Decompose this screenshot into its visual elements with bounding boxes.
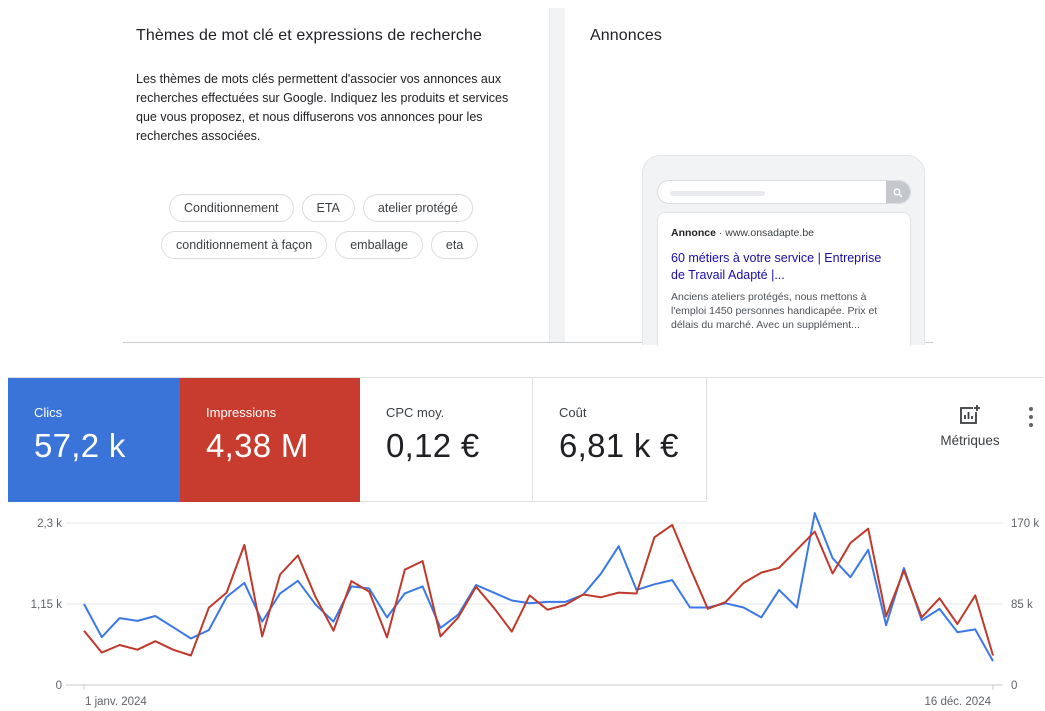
keyword-chip[interactable]: conditionnement à façon [161, 231, 328, 259]
avg-cpc-label: CPC moy. [386, 405, 445, 420]
y-right-tick-label: 0 [1011, 680, 1017, 692]
metric-tiles: Clics 57,2 k Impressions 4,38 M CPC moy.… [8, 377, 1043, 502]
performance-chart: 0 1,15 k 2,3 k 0 85 k 170 k 1 janv. 2024 16 dé… [31, 512, 1039, 708]
ad-headline[interactable]: 60 métiers à votre service | Entreprise … [671, 250, 897, 284]
ad-description: Anciens ateliers protégés, nous mettons … [671, 291, 878, 331]
y-left-tick-label: 0 [56, 680, 62, 692]
cost-value: 6,81 k € [559, 427, 679, 464]
keyword-chip[interactable]: Conditionnement [169, 194, 294, 222]
keyword-chip[interactable]: atelier protégé [362, 194, 473, 222]
clicks-series-line [83, 512, 994, 662]
clicks-tile[interactable]: Clics 57,2 k [8, 378, 180, 502]
impressions-label: Impressions [206, 405, 277, 420]
ad-preview-card[interactable]: Annonce · www.onsadapte.be 60 métiers à … [657, 212, 911, 346]
panel-divider [549, 8, 565, 342]
keyword-chip-row: conditionnement à façon emballage eta [161, 231, 479, 259]
impressions-value: 4,38 M [206, 427, 309, 464]
campaign-summary-card: Thèmes de mot clé et expressions de rech… [123, 0, 933, 346]
clicks-label: Clics [34, 405, 63, 420]
keyword-chip-row: Conditionnement ETA atelier protégé [169, 194, 473, 222]
keyword-chip[interactable]: eta [430, 231, 479, 259]
ad-domain: www.onsadapte.be [725, 227, 814, 239]
keyword-themes-title: Thèmes de mot clé et expressions de rech… [136, 27, 482, 44]
ads-title: Annonces [590, 27, 662, 44]
metrics-button[interactable]: Métriques [930, 404, 1010, 460]
ad-separator: · [715, 227, 726, 239]
ad-label: Annonce [671, 227, 716, 239]
keyword-chip[interactable]: emballage [335, 231, 423, 259]
phone-preview: Annonce · www.onsadapte.be 60 métiers à … [642, 155, 925, 346]
x-start-label: 1 janv. 2024 [85, 696, 147, 708]
add-chart-icon [960, 404, 981, 424]
more-vert-icon[interactable] [1025, 405, 1037, 431]
keyword-themes-panel: Thèmes de mot clé et expressions de rech… [123, 0, 549, 342]
ads-panel: Annonces Annonce · www.onsadapte.be 60 m… [565, 0, 933, 346]
ad-meta: Annonce · www.onsadapte.be [671, 227, 897, 239]
y-left-tick-label: 1,15 k [31, 599, 63, 611]
clicks-value: 57,2 k [34, 427, 126, 464]
search-icon [886, 181, 910, 203]
cost-tile[interactable]: Coût 6,81 k € [533, 378, 707, 502]
impressions-tile[interactable]: Impressions 4,38 M [180, 378, 360, 502]
y-right-tick-label: 170 k [1011, 518, 1039, 530]
cost-label: Coût [559, 405, 587, 420]
keyword-chip[interactable]: ETA [301, 194, 355, 222]
preview-search-bar [657, 180, 911, 204]
y-left-tick-label: 2,3 k [37, 518, 62, 530]
keyword-themes-description: Les thèmes de mots clés permettent d'ass… [136, 72, 509, 143]
impressions-series-line [83, 523, 994, 657]
metrics-button-label: Métriques [940, 433, 1000, 448]
search-placeholder-bar [670, 191, 765, 196]
avg-cpc-value: 0,12 € [386, 427, 480, 464]
avg-cpc-tile[interactable]: CPC moy. 0,12 € [360, 378, 533, 502]
x-end-label: 16 déc. 2024 [924, 696, 991, 708]
y-right-tick-label: 85 k [1011, 599, 1033, 611]
